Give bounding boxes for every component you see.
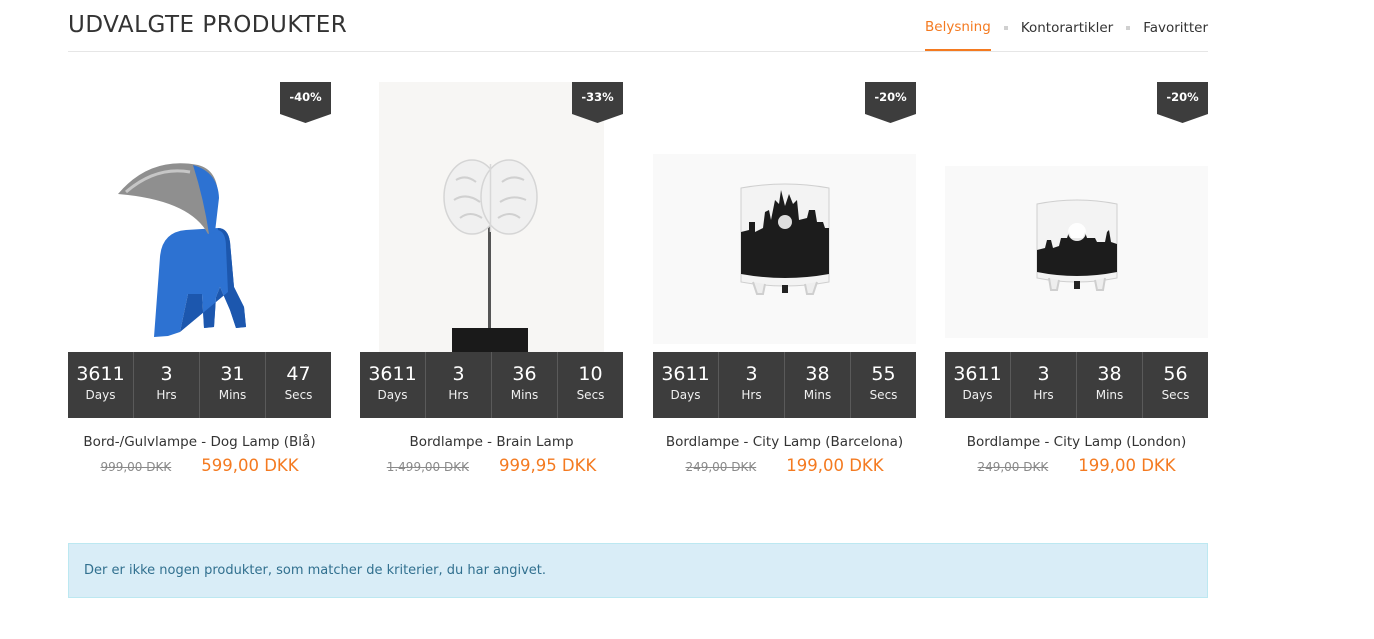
product-card: -20% 3611 Days 3 Hrs 38 Mins 56 Secs Bordlam… [945,82,1208,482]
product-prices: 249,00 DKK 199,00 DKK [653,456,916,475]
timer-secs: 47 Secs [284,363,313,402]
category-tabs: Belysning Kontorartikler Favoritter [925,19,1208,51]
timer-hrs: 3 Hrs [426,352,492,418]
discount-badge: -20% [865,82,916,123]
product-grid: -40% 3611 Days 3 Hrs 31 Mins 47 Secs Bord-/G… [68,82,1208,482]
timer-secs: 56 Secs [1161,363,1190,402]
tab-separator [1126,26,1131,30]
discount-badge: -40% [280,82,331,123]
tab-belysning[interactable]: Belysning [925,19,991,51]
product-prices: 249,00 DKK 199,00 DKK [945,456,1208,475]
product-prices: 1.499,00 DKK 999,95 DKK [360,456,623,475]
countdown-timer: 3611 Days 3 Hrs 38 Mins 56 Secs [945,352,1208,418]
tab-kontorartikler[interactable]: Kontorartikler [1021,20,1113,50]
old-price: 249,00 DKK [685,460,757,474]
section-header: UDVALGTE PRODUKTER Belysning Kontorartik… [68,0,1208,52]
timer-secs: 55 Secs [869,363,898,402]
timer-mins: 38 Mins [785,352,851,418]
timer-hrs: 3 Hrs [134,352,200,418]
timer-days: 3611 Days [653,352,719,418]
timer-days: 3611 Days [360,352,426,418]
sale-price: 199,00 DKK [786,456,884,475]
product-name[interactable]: Bordlampe - Brain Lamp [360,434,623,450]
tab-favoritter[interactable]: Favoritter [1143,20,1208,50]
product-name[interactable]: Bordlampe - City Lamp (London) [945,434,1208,450]
discount-badge: -20% [1157,82,1208,123]
sale-price: 999,95 DKK [498,456,597,475]
countdown-timer: 3611 Days 3 Hrs 31 Mins 47 Secs [68,352,331,418]
sale-price: 599,00 DKK [201,456,299,475]
old-price: 249,00 DKK [977,460,1049,474]
product-card: -33% 3611 Days 3 Hrs 36 Mins 10 Secs Bordlam… [360,82,623,482]
no-products-alert: Der er ikke nogen produkter, som matcher… [68,543,1208,598]
timer-hrs: 3 Hrs [1011,352,1077,418]
timer-mins: 31 Mins [200,352,266,418]
old-price: 999,00 DKK [100,460,172,474]
product-card: -40% 3611 Days 3 Hrs 31 Mins 47 Secs Bord-/G… [68,82,331,482]
product-name[interactable]: Bord-/Gulvlampe - Dog Lamp (Blå) [68,434,331,450]
product-name[interactable]: Bordlampe - City Lamp (Barcelona) [653,434,916,450]
countdown-timer: 3611 Days 3 Hrs 36 Mins 10 Secs [360,352,623,418]
timer-days: 3611 Days [68,352,134,418]
countdown-timer: 3611 Days 3 Hrs 38 Mins 55 Secs [653,352,916,418]
sale-price: 199,00 DKK [1078,456,1176,475]
tab-separator [1003,26,1008,30]
timer-days: 3611 Days [945,352,1011,418]
timer-mins: 38 Mins [1077,352,1143,418]
discount-badge: -33% [572,82,623,123]
timer-mins: 36 Mins [492,352,558,418]
product-prices: 999,00 DKK 599,00 DKK [68,456,331,475]
old-price: 1.499,00 DKK [386,460,469,474]
section-title: UDVALGTE PRODUKTER [68,12,348,38]
timer-hrs: 3 Hrs [719,352,785,418]
timer-secs: 10 Secs [576,363,605,402]
product-card: -20% 3611 Days 3 Hrs 38 Mins 55 Secs Bordlam… [653,82,916,482]
